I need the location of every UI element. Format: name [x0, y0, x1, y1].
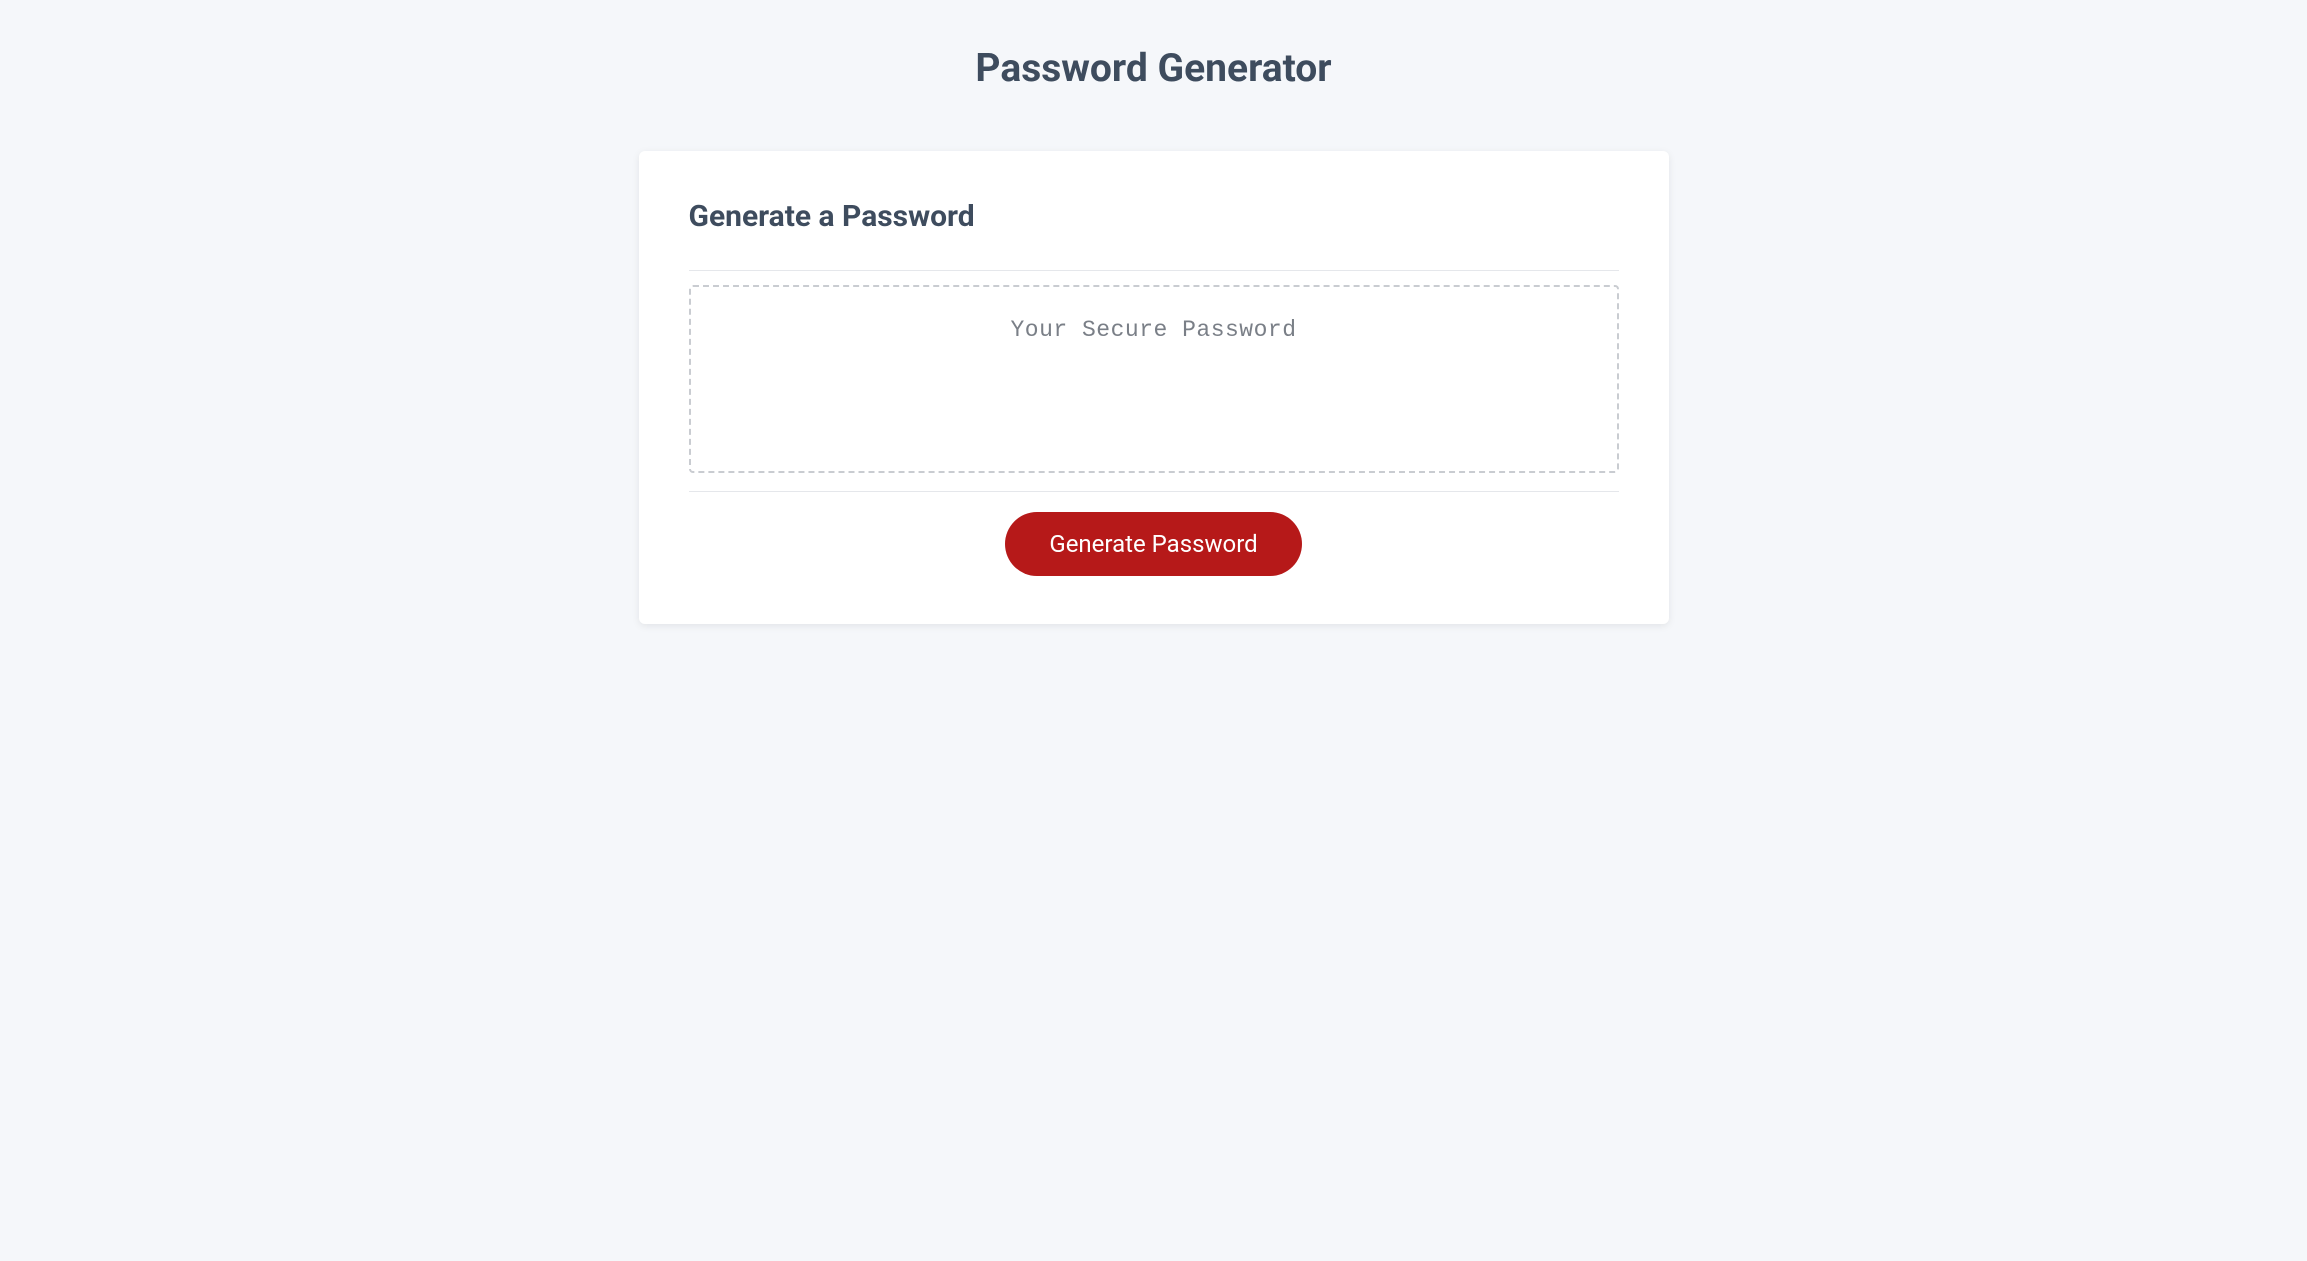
page-title: Password Generator [639, 45, 1669, 91]
password-output-area: Your Secure Password [689, 285, 1619, 473]
main-container: Password Generator Generate a Password Y… [639, 45, 1669, 624]
button-row: Generate Password [689, 492, 1619, 576]
card-heading: Generate a Password [689, 199, 1619, 234]
divider-top [689, 270, 1619, 271]
generate-password-button[interactable]: Generate Password [1005, 512, 1301, 576]
password-output-placeholder: Your Secure Password [1010, 317, 1296, 343]
generator-card: Generate a Password Your Secure Password… [639, 151, 1669, 624]
